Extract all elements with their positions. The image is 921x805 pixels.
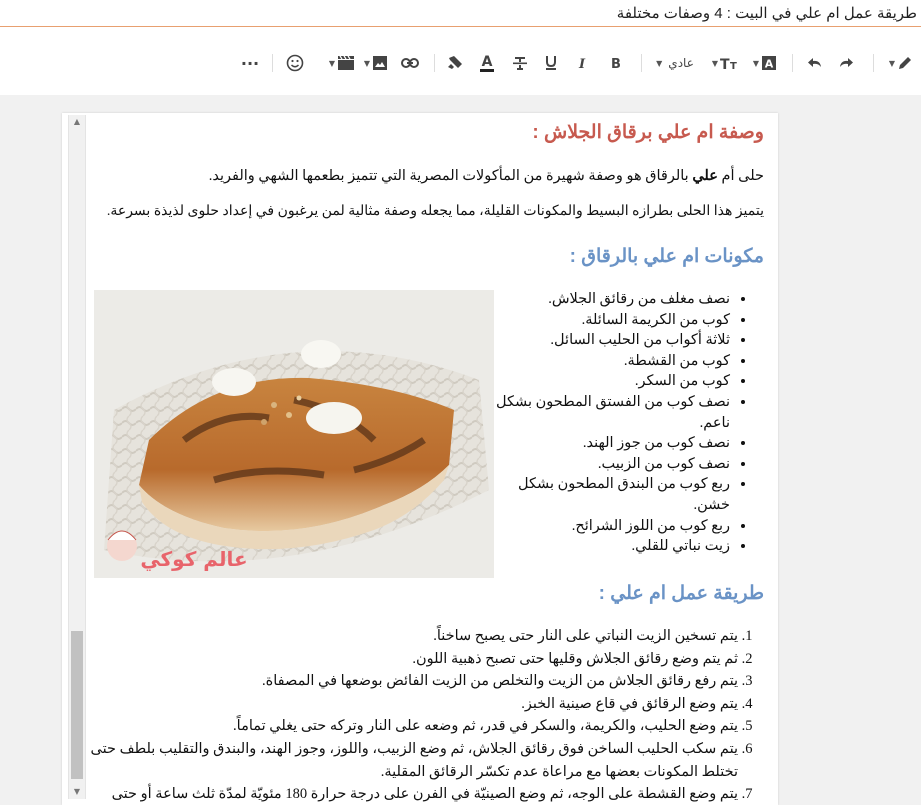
underline-button[interactable] <box>541 53 561 73</box>
more-icon: ··· <box>240 53 260 73</box>
strikethrough-button[interactable] <box>509 53 531 73</box>
intro-bold-word: علي <box>692 168 718 184</box>
list-item: يتم وضع القشطة على الوجه، ثم وضع الصينيّ… <box>88 783 738 805</box>
italic-button[interactable]: I <box>573 53 593 73</box>
video-icon <box>337 55 355 71</box>
redo-icon <box>837 56 855 70</box>
undo-icon <box>806 56 824 70</box>
steps-list: يتم تسخين الزيت النباتي على النار حتى يص… <box>88 625 764 805</box>
text-style-button[interactable]: ▼ A <box>748 53 782 73</box>
chevron-down-icon: ▼ <box>888 58 896 68</box>
list-item: نصف كوب من جوز الهند. <box>494 433 730 454</box>
underline-icon <box>544 55 558 71</box>
insert-link-button[interactable] <box>399 53 421 73</box>
highlight-color-button[interactable] <box>444 53 466 73</box>
list-item: يتم رفع رقائق الجلاش من الزيت والتخلص من… <box>88 670 738 693</box>
svg-text:T: T <box>720 57 730 70</box>
text-size-icon: TT <box>720 56 740 70</box>
undo-button[interactable] <box>803 53 827 73</box>
text-color-icon: A <box>478 54 496 72</box>
bold-icon: B <box>610 56 622 70</box>
chevron-down-icon: ▼ <box>328 58 336 68</box>
list-item: يتم وضع الحليب، والكريمة، والسكر في قدر،… <box>88 715 738 738</box>
redo-button[interactable] <box>834 53 858 73</box>
intro-paragraph: حلى أم علي بالرقاق هو وصفة شهيرة من المأ… <box>209 168 764 185</box>
toolbar-divider <box>641 54 642 72</box>
svg-text:A: A <box>482 54 493 70</box>
intro-paragraph-2: يتميز هذا الحلى بطرازه البسيط والمكونات … <box>106 204 764 219</box>
paragraph-style-dropdown[interactable]: ▼ عادي <box>652 53 698 73</box>
intro-rest: بالرقاق هو وصفة شهيرة من المأكولات المصر… <box>208 168 693 184</box>
image-icon <box>372 55 388 71</box>
insert-image-button[interactable]: ▼ <box>360 53 392 73</box>
list-item: يتم تسخين الزيت النباتي على النار حتى يص… <box>88 625 738 648</box>
scroll-up-arrow-icon[interactable]: ▲ <box>69 115 85 129</box>
list-item: زيت نباتي للقلي. <box>494 536 730 557</box>
scrollbar-thumb[interactable] <box>71 631 83 779</box>
list-item: ربع كوب من البندق المطحون بشكل خشن. <box>494 474 730 515</box>
emoji-icon <box>286 54 304 72</box>
toolbar-divider <box>434 54 435 72</box>
intro-prefix: حلى أم <box>717 168 764 184</box>
list-item: يتم سكب الحليب الساخن فوق رقائق الجلاش، … <box>88 738 738 783</box>
list-item: نصف مغلف من رقائق الجلاش. <box>494 289 730 310</box>
post-title[interactable]: طريقة عمل ام علي في البيت : 4 وصفات مختل… <box>617 4 917 22</box>
toolbar-divider <box>272 54 273 72</box>
svg-text:A: A <box>765 58 774 71</box>
chevron-down-icon: ▼ <box>752 58 760 68</box>
heading-ingredients: مكونات ام علي بالرقاق : <box>569 246 764 267</box>
chevron-down-icon: ▼ <box>656 58 663 68</box>
more-options-button[interactable]: ··· <box>238 53 262 73</box>
insert-emoji-button[interactable] <box>284 53 306 73</box>
paragraph-style-value: عادي <box>668 56 694 70</box>
svg-text:B: B <box>611 57 621 70</box>
list-item: كوب من السكر. <box>494 371 730 392</box>
list-item: نصف كوب من الفستق المطحون بشكل ناعم. <box>494 392 730 433</box>
list-item: نصف كوب من الزبيب. <box>494 454 730 475</box>
dish-illustration: عالم كوكي <box>94 290 494 578</box>
bold-button[interactable]: B <box>606 53 626 73</box>
ingredients-list: نصف مغلف من رقائق الجلاش. كوب من الكريمة… <box>494 289 746 557</box>
pencil-icon <box>897 55 913 71</box>
list-item: يتم وضع الرقائق في قاع صينية الخبز. <box>88 693 738 716</box>
text-color-button[interactable]: A <box>476 53 498 73</box>
vertical-scrollbar[interactable]: ▲ ▼ <box>68 115 86 799</box>
dish-image[interactable]: عالم كوكي <box>94 290 494 578</box>
highlight-pen-icon <box>446 55 464 71</box>
toolbar-divider <box>873 54 874 72</box>
list-item: كوب من القشطة. <box>494 351 730 372</box>
list-item: ربع كوب من اللوز الشرائح. <box>494 516 730 537</box>
list-item: ثلاثة أكواب من الحليب السائل. <box>494 330 730 351</box>
heading-method: طريقة عمل ام علي : <box>598 583 764 604</box>
chevron-down-icon: ▼ <box>711 58 719 68</box>
italic-icon: I <box>577 56 589 70</box>
insert-video-button[interactable]: ▼ <box>326 53 358 73</box>
svg-text:T: T <box>730 61 737 70</box>
image-watermark-text: عالم كوكي <box>140 547 247 572</box>
link-icon <box>401 58 419 68</box>
title-bar: طريقة عمل ام علي في البيت : 4 وصفات مختل… <box>0 0 921 27</box>
chevron-down-icon: ▼ <box>363 58 371 68</box>
font-size-button[interactable]: ▼ TT <box>708 53 744 73</box>
scroll-down-arrow-icon[interactable]: ▼ <box>69 785 85 799</box>
article-content[interactable]: وصفة ام علي برقاق الجلاش : حلى أم علي با… <box>88 113 764 805</box>
heading-recipe-title: وصفة ام علي برقاق الجلاش : <box>532 122 764 143</box>
strikethrough-icon <box>512 55 528 71</box>
list-item: ثم يتم وضع رقائق الجلاش وقليها حتى تصبح … <box>88 648 738 671</box>
toolbar-divider <box>792 54 793 72</box>
text-highlight-icon: A <box>761 55 777 71</box>
editor-toolbar: ▼ ▼ A ▼ TT ▼ عادي B I A ▼ ▼ ··· <box>0 27 921 95</box>
list-item: كوب من الكريمة السائلة. <box>494 310 730 331</box>
svg-text:I: I <box>578 57 586 70</box>
compose-mode-button[interactable]: ▼ <box>884 53 918 73</box>
